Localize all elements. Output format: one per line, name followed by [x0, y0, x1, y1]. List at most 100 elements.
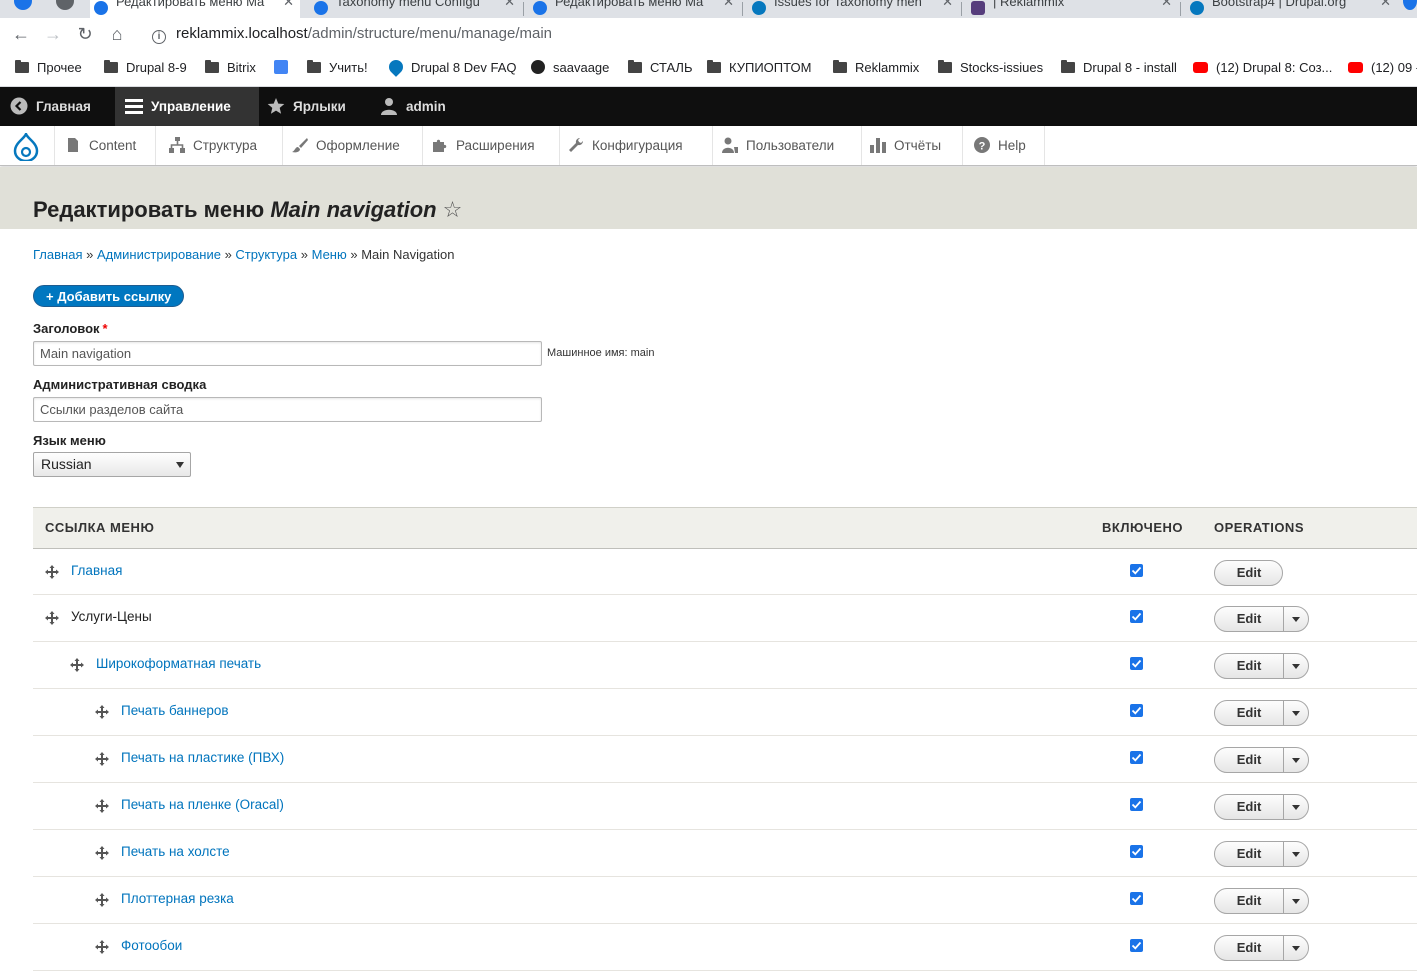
edit-button[interactable]: Edit: [1214, 606, 1309, 632]
operations-dropdown-toggle[interactable]: [1283, 748, 1308, 772]
menu-link-label[interactable]: Печать на пластике (ПВХ): [121, 750, 284, 765]
drag-handle-icon[interactable]: [95, 893, 109, 907]
bookmark-item[interactable]: КУПИОПТОМ: [707, 60, 811, 75]
menu-link-label[interactable]: Главная: [71, 563, 122, 578]
tab-favicon[interactable]: [1403, 0, 1417, 10]
close-tab-icon[interactable]: ✕: [283, 0, 294, 10]
close-tab-icon[interactable]: ✕: [504, 0, 515, 10]
bookmark-item[interactable]: Drupal 8 - install: [1061, 60, 1177, 75]
menu-link-label[interactable]: Печать на холсте: [121, 844, 230, 859]
bookmark-item[interactable]: saavaage: [531, 60, 609, 75]
drag-handle-icon[interactable]: [95, 705, 109, 719]
back-icon[interactable]: ←: [11, 24, 31, 44]
browser-tab[interactable]: | Reklammix ✕: [963, 0, 1178, 18]
add-link-button[interactable]: + Добавить ссылку: [33, 285, 185, 307]
drag-handle-icon[interactable]: [45, 565, 59, 579]
browser-tab[interactable]: Issues for Taxonomy men ✕: [744, 0, 959, 18]
browser-tab[interactable]: Taxonomy menu Configu ✕: [306, 0, 521, 18]
enabled-checkbox[interactable]: [1130, 657, 1143, 670]
bookmark-item[interactable]: Bitrix: [205, 60, 256, 75]
enabled-checkbox[interactable]: [1130, 564, 1143, 577]
bookmark-item[interactable]: Учить!: [307, 60, 368, 75]
menu-link-label[interactable]: Широкоформатная печать: [96, 656, 261, 671]
language-select[interactable]: Russian: [33, 452, 191, 477]
bookmark-item[interactable]: Drupal 8 Dev FAQ: [386, 57, 517, 77]
menu-link-label[interactable]: Фотообои: [121, 938, 182, 953]
close-tab-icon[interactable]: ✕: [1380, 0, 1391, 10]
reload-icon[interactable]: ↻: [75, 24, 95, 44]
drag-handle-icon[interactable]: [45, 611, 59, 625]
close-tab-icon[interactable]: ✕: [723, 0, 734, 10]
breadcrumb-link[interactable]: Структура: [235, 247, 297, 262]
breadcrumb-link[interactable]: Администрирование: [97, 247, 221, 262]
edit-button[interactable]: Edit: [1214, 560, 1283, 586]
url-field[interactable]: i reklammix.localhost/admin/structure/men…: [140, 21, 1417, 47]
operations-dropdown-toggle[interactable]: [1283, 842, 1308, 866]
toolbar-user[interactable]: admin: [380, 87, 446, 126]
tray-structure[interactable]: Структура: [156, 126, 283, 165]
browser-tab[interactable]: Bootstrap4 | Drupal.org ✕: [1182, 0, 1397, 18]
tray-extend[interactable]: Расширения: [423, 126, 560, 165]
home-icon[interactable]: ⌂: [107, 24, 127, 44]
tray-content[interactable]: Content: [55, 126, 156, 165]
enabled-checkbox[interactable]: [1130, 751, 1143, 764]
edit-button[interactable]: Edit: [1214, 653, 1309, 679]
close-tab-icon[interactable]: ✕: [1161, 0, 1172, 10]
edit-button[interactable]: Edit: [1214, 794, 1309, 820]
browser-tab[interactable]: Редактировать меню Ma ✕: [90, 0, 300, 18]
bookmark-item[interactable]: Прочее: [15, 60, 82, 75]
tab-favicon[interactable]: [56, 0, 74, 10]
enabled-checkbox[interactable]: [1130, 845, 1143, 858]
drag-handle-icon[interactable]: [95, 799, 109, 813]
edit-button[interactable]: Edit: [1214, 888, 1309, 914]
menu-link-label[interactable]: Плоттерная резка: [121, 891, 234, 906]
menu-link-label[interactable]: Печать баннеров: [121, 703, 229, 718]
tray-people[interactable]: Пользователи: [713, 126, 862, 165]
tray-reports[interactable]: Отчёты: [862, 126, 963, 165]
drag-handle-icon[interactable]: [95, 752, 109, 766]
drag-handle-icon[interactable]: [95, 846, 109, 860]
enabled-checkbox[interactable]: [1130, 892, 1143, 905]
operations-dropdown-toggle[interactable]: [1283, 654, 1308, 678]
site-info-icon[interactable]: i: [152, 30, 166, 44]
enabled-checkbox[interactable]: [1130, 610, 1143, 623]
toolbar-manage[interactable]: Управление: [115, 87, 259, 126]
title-field[interactable]: Main navigation: [33, 341, 542, 366]
enabled-checkbox[interactable]: [1130, 704, 1143, 717]
toolbar-shortcuts[interactable]: Ярлыки: [267, 87, 346, 126]
drag-handle-icon[interactable]: [70, 658, 84, 672]
edit-button[interactable]: Edit: [1214, 700, 1309, 726]
breadcrumb-link[interactable]: Главная: [33, 247, 82, 262]
bookmark-item[interactable]: (12) Drupal 8: Соз...: [1193, 60, 1332, 75]
drupal-logo[interactable]: [0, 126, 55, 165]
edit-button[interactable]: Edit: [1214, 935, 1309, 961]
bookmark-item[interactable]: Reklammix: [833, 60, 919, 75]
enabled-checkbox[interactable]: [1130, 939, 1143, 952]
menu-link-label[interactable]: Печать на пленке (Oracal): [121, 797, 284, 812]
operations-dropdown-toggle[interactable]: [1283, 889, 1308, 913]
tray-configuration[interactable]: Конфигурация: [560, 126, 713, 165]
edit-button[interactable]: Edit: [1214, 841, 1309, 867]
close-tab-icon[interactable]: ✕: [942, 0, 953, 10]
edit-button[interactable]: Edit: [1214, 747, 1309, 773]
bookmark-item[interactable]: Stocks-issiues: [938, 60, 1043, 75]
toolbar-home[interactable]: Главная: [10, 87, 91, 126]
bookmark-item[interactable]: [274, 60, 296, 75]
bookmark-item[interactable]: (12) 09 -: [1348, 60, 1417, 75]
enabled-checkbox[interactable]: [1130, 798, 1143, 811]
operations-dropdown-toggle[interactable]: [1283, 936, 1308, 960]
bookmark-item[interactable]: СТАЛЬ: [628, 60, 693, 75]
shortcut-star-icon[interactable]: ☆: [443, 197, 463, 222]
breadcrumb-link[interactable]: Меню: [312, 247, 347, 262]
tray-appearance[interactable]: Оформление: [283, 126, 423, 165]
summary-field[interactable]: Ссылки разделов сайта: [33, 397, 542, 422]
operations-dropdown-toggle[interactable]: [1283, 607, 1308, 631]
operations-dropdown-toggle[interactable]: [1283, 701, 1308, 725]
tab-favicon[interactable]: [14, 0, 32, 10]
operations-dropdown-toggle[interactable]: [1283, 795, 1308, 819]
browser-tab[interactable]: Редактировать меню Ma ✕: [525, 0, 740, 18]
tray-help[interactable]: ? Help: [963, 126, 1045, 165]
forward-icon[interactable]: →: [43, 24, 63, 44]
drag-handle-icon[interactable]: [95, 940, 109, 954]
bookmark-item[interactable]: Drupal 8-9: [104, 60, 187, 75]
